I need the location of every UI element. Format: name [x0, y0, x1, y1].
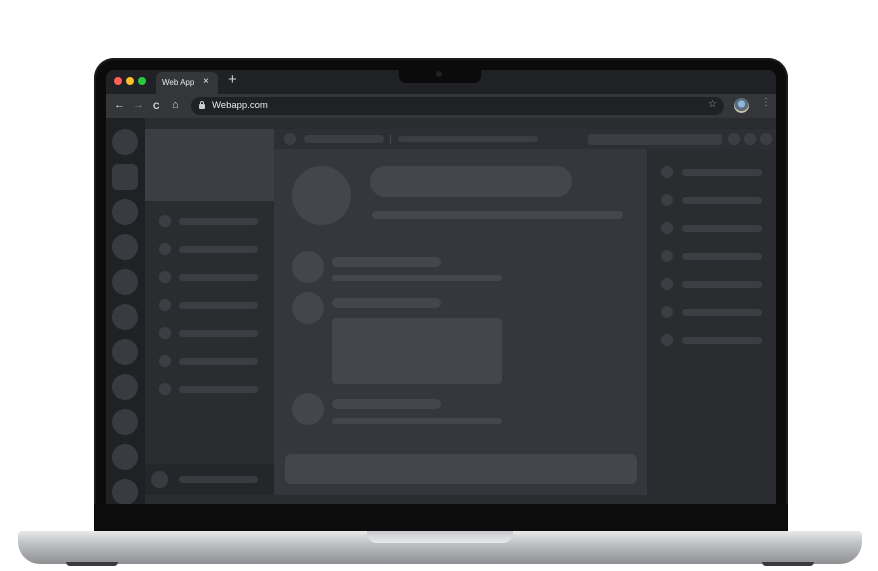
channel-hash-icon: [284, 133, 296, 145]
new-tab-button[interactable]: +: [228, 71, 237, 88]
avatar[interactable]: [151, 471, 168, 488]
back-arrow-icon[interactable]: ←: [114, 99, 125, 111]
trackpad-notch: [367, 531, 513, 543]
star-icon[interactable]: ☆: [708, 99, 717, 110]
member-item[interactable]: [661, 306, 767, 318]
server-icon[interactable]: [112, 199, 138, 225]
window-minimize-button[interactable]: [126, 77, 134, 85]
message-text-placeholder: [332, 275, 502, 281]
server-icon[interactable]: [112, 164, 138, 190]
screen-bottom-bezel: [94, 504, 788, 533]
channel-title-placeholder: [304, 135, 384, 143]
laptop-foot: [66, 562, 118, 566]
lock-icon: [199, 101, 205, 109]
message-author-placeholder: [332, 257, 441, 267]
kebab-menu-icon[interactable]: ⋮: [761, 98, 771, 108]
header-action-icon[interactable]: [760, 133, 772, 145]
server-icon[interactable]: [112, 129, 138, 155]
laptop-foot: [762, 562, 814, 566]
server-icon[interactable]: [112, 409, 138, 435]
server-banner: [145, 129, 274, 201]
channel-item[interactable]: [159, 355, 259, 367]
member-item[interactable]: [661, 194, 767, 206]
url-text[interactable]: Webapp.com: [212, 100, 268, 111]
server-icon[interactable]: [112, 444, 138, 470]
server-icon[interactable]: [112, 339, 138, 365]
app-content: [106, 118, 776, 504]
channel-item[interactable]: [159, 243, 259, 255]
avatar[interactable]: [292, 393, 324, 425]
user-panel: [145, 464, 274, 495]
channel-item[interactable]: [159, 215, 259, 227]
address-bar[interactable]: Webapp.com ☆: [191, 97, 724, 115]
avatar[interactable]: [292, 292, 324, 324]
laptop-mockup: Web App × + ← → C ⌂ Webapp.com ☆ ⋮: [0, 0, 878, 571]
browser-tab-active[interactable]: Web App ×: [156, 72, 218, 94]
server-rail: [106, 118, 145, 504]
member-item[interactable]: [661, 278, 767, 290]
member-item[interactable]: [661, 334, 767, 346]
message-composer-input[interactable]: [285, 454, 637, 484]
member-item[interactable]: [661, 222, 767, 234]
message-attachment-placeholder[interactable]: [332, 318, 502, 384]
home-icon[interactable]: ⌂: [172, 99, 179, 111]
search-input[interactable]: [588, 134, 722, 145]
channel-item[interactable]: [159, 383, 259, 395]
channel-panel: [145, 129, 274, 495]
tab-title: Web App: [162, 78, 195, 87]
channel-item[interactable]: [159, 327, 259, 339]
channel-item[interactable]: [159, 271, 259, 283]
header-action-icon[interactable]: [744, 133, 756, 145]
header-action-icon[interactable]: [728, 133, 740, 145]
profile-name-placeholder: [370, 166, 572, 197]
profile-subtitle-placeholder: [372, 211, 623, 219]
avatar[interactable]: [292, 166, 351, 225]
message-author-placeholder: [332, 399, 441, 409]
camera-notch: [399, 68, 481, 83]
server-icon[interactable]: [112, 269, 138, 295]
username-placeholder: [179, 476, 258, 483]
channel-topic-placeholder: [398, 136, 538, 142]
server-icon[interactable]: [112, 304, 138, 330]
message-author-placeholder: [332, 298, 441, 308]
channel-item[interactable]: [159, 299, 259, 311]
message-text-placeholder: [332, 418, 502, 424]
camera-lens: [436, 71, 442, 77]
forward-arrow-icon[interactable]: →: [133, 99, 144, 111]
header-divider: [390, 134, 391, 144]
window-close-button[interactable]: [114, 77, 122, 85]
tab-close-icon[interactable]: ×: [203, 76, 209, 87]
member-list: [647, 149, 776, 495]
server-icon[interactable]: [112, 374, 138, 400]
server-icon[interactable]: [112, 234, 138, 260]
server-icon[interactable]: [112, 479, 138, 504]
member-item[interactable]: [661, 166, 767, 178]
reload-icon[interactable]: C: [153, 100, 160, 112]
avatar[interactable]: [292, 251, 324, 283]
browser-toolbar: ← → C ⌂ Webapp.com ☆ ⋮: [106, 94, 776, 118]
laptop-screen: Web App × + ← → C ⌂ Webapp.com ☆ ⋮: [106, 70, 776, 504]
chat-header: [274, 129, 776, 149]
window-zoom-button[interactable]: [138, 77, 146, 85]
profile-avatar-icon[interactable]: [734, 98, 749, 113]
member-item[interactable]: [661, 250, 767, 262]
